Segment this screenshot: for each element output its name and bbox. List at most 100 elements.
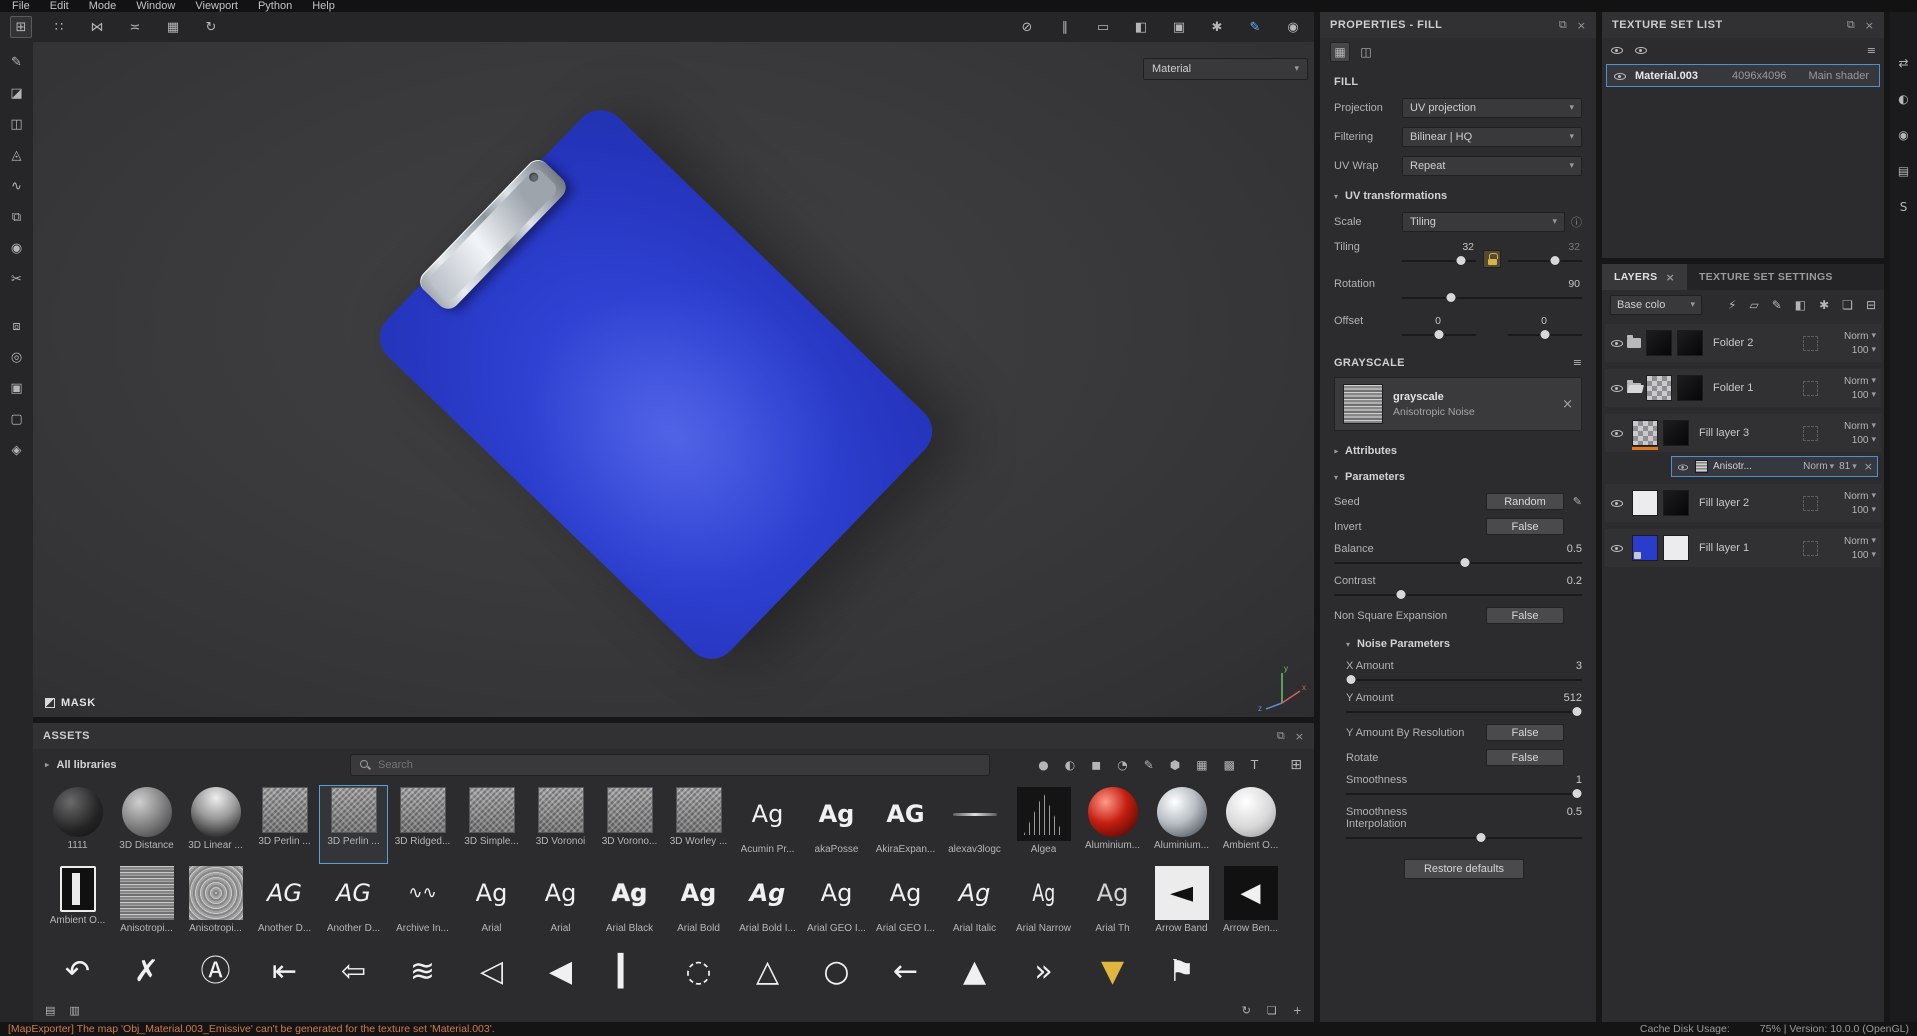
layer-mask-thumbnail[interactable] xyxy=(1677,330,1703,356)
visibility-eye-icon[interactable] xyxy=(1610,426,1624,440)
layer-effect-row-anisotropic-noise[interactable]: Anisotr... Norm ▾ 81 ▾ × xyxy=(1671,456,1878,477)
materials-filter-icon[interactable]: ● xyxy=(1038,758,1048,772)
view-2d-tool[interactable]: ⧈ xyxy=(6,316,27,337)
asset-item[interactable]: ← xyxy=(871,943,940,998)
visibility-eye-icon[interactable] xyxy=(1613,69,1627,83)
asset-item[interactable]: ⇦ xyxy=(319,943,388,998)
pause-engine-icon[interactable]: ∥ xyxy=(1054,16,1076,38)
material-picker-tool[interactable]: ◉ xyxy=(6,238,27,259)
filtering-dropdown[interactable]: Bilinear | HQ ▾ xyxy=(1402,127,1582,147)
asset-item[interactable]: ≋ xyxy=(388,943,457,998)
shader-settings-icon[interactable]: ◐ xyxy=(1898,92,1908,106)
smart-masks-filter-icon[interactable]: ◼ xyxy=(1091,758,1101,772)
properties-tab-grid-icon[interactable]: ▦ xyxy=(1330,42,1350,62)
layer-mask-thumbnail[interactable] xyxy=(1663,420,1689,446)
symmetry-settings-icon[interactable]: ≍ xyxy=(124,16,146,38)
contrast-slider[interactable] xyxy=(1334,589,1582,600)
add-effect-icon[interactable]: ✱ xyxy=(1819,298,1829,312)
layer-row-fill-layer-2[interactable]: Fill layer 2 Norm ▾ 100 ▾ xyxy=(1605,484,1881,522)
edit-pencil-icon[interactable]: ✎ xyxy=(1573,495,1582,508)
geometry-mask-tool[interactable]: ✂ xyxy=(6,269,27,290)
remove-resource-icon[interactable]: × xyxy=(1562,397,1573,412)
close-tab-icon[interactable]: × xyxy=(1665,271,1675,284)
asset-item[interactable]: 3D Ridged... xyxy=(388,785,457,864)
reset-view-icon[interactable]: ↻ xyxy=(200,16,222,38)
tiling-y-slider[interactable] xyxy=(1508,255,1582,266)
add-fill-layer-icon[interactable]: ▱ xyxy=(1749,298,1758,312)
render-view-tool[interactable]: ▣ xyxy=(6,378,27,399)
asset-item[interactable]: 3D Linear ... xyxy=(181,785,250,864)
textures-filter-icon[interactable]: ▩ xyxy=(1224,758,1235,772)
undock-panel-icon[interactable]: ⧉ xyxy=(1277,729,1285,743)
add-folder-icon[interactable]: ❏ xyxy=(1842,298,1853,312)
uv-transformations-section-header[interactable]: ▾ UV transformations xyxy=(1334,190,1582,202)
asset-item[interactable]: 3D Distance xyxy=(112,785,181,864)
tiling-x-slider[interactable] xyxy=(1402,255,1476,266)
snap-grid-icon[interactable]: ⊞ xyxy=(10,16,32,38)
asset-item[interactable]: Ag Arial GEO I... xyxy=(871,864,940,943)
opacity-dropdown[interactable]: 100 ▾ xyxy=(1852,390,1876,401)
blend-mode-dropdown[interactable]: Norm ▾ xyxy=(1844,421,1876,432)
menu-item[interactable]: Window xyxy=(136,0,175,12)
asset-item[interactable]: ◀ Arrow Ben... xyxy=(1216,864,1285,943)
asset-item[interactable]: 3D Simple... xyxy=(457,785,526,864)
hamburger-menu-icon[interactable]: ≡ xyxy=(1867,44,1876,57)
scale-dropdown[interactable]: Tiling ▾ xyxy=(1402,212,1565,232)
refresh-assets-icon[interactable]: ↻ xyxy=(1242,1004,1251,1017)
alphas-filter-icon[interactable]: T xyxy=(1251,758,1258,772)
rotate-toggle[interactable]: False xyxy=(1486,749,1564,766)
mask-slot[interactable] xyxy=(1803,335,1818,351)
rotation-value[interactable]: 90 xyxy=(1402,278,1582,290)
opacity-dropdown[interactable]: 100 ▾ xyxy=(1852,505,1876,516)
layer-content-thumbnail[interactable] xyxy=(1646,375,1672,401)
asset-item[interactable]: ✗ xyxy=(112,943,181,998)
opacity-dropdown[interactable]: 100 ▾ xyxy=(1852,345,1876,356)
close-icon[interactable]: × xyxy=(1865,19,1874,32)
seed-random-button[interactable]: Random xyxy=(1486,493,1564,510)
visibility-eye-icon[interactable] xyxy=(1610,336,1624,350)
parameters-section-header[interactable]: ▾ Parameters xyxy=(1334,471,1582,483)
asset-item[interactable]: Ambient O... xyxy=(43,864,112,943)
asset-item[interactable]: ◁ xyxy=(457,943,526,998)
blend-mode-dropdown[interactable]: Norm ▾ xyxy=(1844,491,1876,502)
layer-row-folder-2[interactable]: Folder 2 Norm ▾ 100 ▾ xyxy=(1605,324,1881,362)
viewport-material-dropdown[interactable]: Material ▾ xyxy=(1143,58,1308,80)
asset-item[interactable]: 3D Vorono... xyxy=(595,785,664,864)
asset-item[interactable]: ▲ xyxy=(940,943,1009,998)
asset-item[interactable]: 3D Worley ... xyxy=(664,785,733,864)
import-folder-icon[interactable]: ❏ xyxy=(1267,1004,1277,1017)
properties-tab-split-icon[interactable]: ◫ xyxy=(1356,42,1376,62)
list-view-icon[interactable]: ▤ xyxy=(45,1004,55,1017)
y-amount-slider[interactable] xyxy=(1346,706,1582,717)
asset-item[interactable]: Ambient O... xyxy=(1216,785,1285,864)
channel-dropdown[interactable]: Base colo ▾ xyxy=(1610,295,1702,315)
procedurals-filter-icon[interactable]: ▦ xyxy=(1196,758,1207,772)
menu-item[interactable]: Mode xyxy=(89,0,117,12)
clone-tool[interactable]: ⧉ xyxy=(6,207,27,228)
asset-item[interactable]: Ag Arial xyxy=(526,864,595,943)
contrast-value[interactable]: 0.2 xyxy=(1567,575,1582,587)
asset-item[interactable]: Ag Arial Italic xyxy=(940,864,1009,943)
asset-item[interactable]: Ag akaPosse xyxy=(802,785,871,864)
asset-search-box[interactable] xyxy=(350,754,990,776)
asset-item[interactable]: alexav3logc xyxy=(940,785,1009,864)
mask-slot[interactable] xyxy=(1803,540,1818,556)
invert-toggle-button[interactable]: False xyxy=(1486,518,1564,535)
filters-filter-icon[interactable]: ◔ xyxy=(1117,758,1127,772)
layer-mask-thumbnail[interactable] xyxy=(1663,535,1689,561)
menu-item[interactable]: Python xyxy=(258,0,292,12)
visibility-eye-icon[interactable] xyxy=(1610,381,1624,395)
asset-item[interactable]: Anisotropi... xyxy=(181,864,250,943)
smoothness-value[interactable]: 1 xyxy=(1576,774,1582,786)
tab-texture-set-settings[interactable]: TEXTURE SET SETTINGS xyxy=(1687,264,1845,290)
visibility-eye-icon[interactable] xyxy=(1610,541,1624,555)
visibility-eye-icon[interactable] xyxy=(1677,461,1689,473)
asset-item[interactable]: AG AkiraExpan... xyxy=(871,785,940,864)
grid-view-icon[interactable]: ⊞ xyxy=(1290,757,1302,773)
clipboard-3d-model[interactable] xyxy=(369,99,943,670)
asset-item[interactable]: Ⓐ xyxy=(181,943,250,998)
opacity-dropdown[interactable]: 100 ▾ xyxy=(1852,550,1876,561)
menu-item[interactable]: Help xyxy=(312,0,335,12)
smoothness-interpolation-slider[interactable] xyxy=(1346,832,1582,843)
rotation-slider[interactable] xyxy=(1402,292,1582,303)
